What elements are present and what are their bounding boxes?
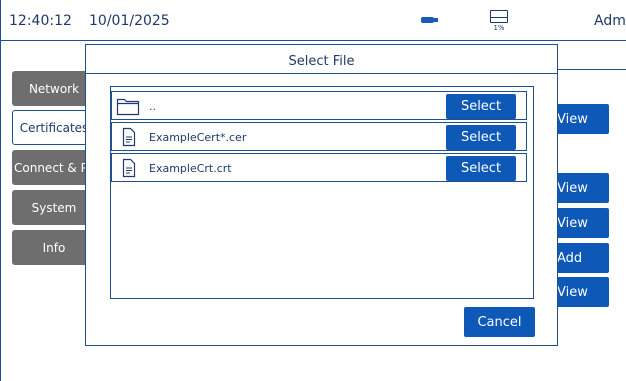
file-name: ExampleCert*.cer bbox=[149, 131, 247, 144]
file-row[interactable]: ExampleCert*.cer Select bbox=[111, 122, 527, 151]
file-name: ExampleCrt.crt bbox=[149, 162, 232, 175]
content-divider bbox=[558, 69, 626, 70]
view-button[interactable]: View bbox=[549, 277, 609, 307]
dialog-title: Select File bbox=[288, 54, 355, 69]
button-label: Add bbox=[557, 250, 583, 266]
folder-icon bbox=[116, 98, 140, 116]
select-button[interactable]: Select bbox=[446, 94, 516, 119]
storage-drive-icon: 1% bbox=[488, 8, 510, 32]
view-button[interactable]: View bbox=[549, 104, 609, 134]
current-date: 10/01/2025 bbox=[89, 13, 170, 29]
select-button[interactable]: Select bbox=[446, 156, 516, 181]
button-label: Select bbox=[460, 99, 502, 114]
button-label: View bbox=[557, 180, 588, 196]
status-bar: 12:40:12 10/01/2025 1% Admin bbox=[1, 0, 626, 41]
tab-label: Connect & Print bbox=[14, 160, 96, 175]
tab-network[interactable]: Network bbox=[12, 71, 96, 106]
tab-label: Certificates bbox=[19, 120, 89, 135]
file-list[interactable]: .. Select ExampleCert*.cer Select Exampl… bbox=[110, 86, 534, 299]
button-label: Select bbox=[460, 161, 502, 176]
add-button[interactable]: Add bbox=[549, 243, 609, 273]
usb-drive-icon bbox=[421, 17, 438, 23]
button-label: View bbox=[557, 215, 588, 231]
tab-info[interactable]: Info bbox=[12, 230, 96, 265]
storage-percent: 1% bbox=[493, 24, 505, 32]
tab-certificates[interactable]: Certificates bbox=[12, 110, 96, 145]
button-label: Cancel bbox=[477, 314, 522, 330]
file-name: .. bbox=[149, 100, 156, 113]
select-file-dialog: Select File .. Select ExampleCert*.cer S… bbox=[85, 44, 558, 346]
scrollbar-track[interactable] bbox=[533, 87, 534, 178]
app-frame: 12:40:12 10/01/2025 1% Admin Network Cer… bbox=[0, 0, 626, 381]
tab-label: Network bbox=[28, 81, 80, 96]
file-row[interactable]: .. Select bbox=[111, 91, 527, 120]
button-label: View bbox=[557, 111, 588, 127]
button-label: View bbox=[557, 284, 588, 300]
document-icon bbox=[122, 127, 136, 147]
title-divider bbox=[86, 73, 557, 74]
view-button[interactable]: View bbox=[549, 173, 609, 203]
tab-system[interactable]: System bbox=[12, 190, 96, 225]
tab-label: Info bbox=[42, 240, 66, 255]
file-row[interactable]: ExampleCrt.crt Select bbox=[111, 153, 527, 182]
tab-label: System bbox=[31, 200, 77, 215]
view-button[interactable]: View bbox=[549, 208, 609, 238]
user-name[interactable]: Admin bbox=[594, 13, 626, 29]
button-label: Select bbox=[460, 130, 502, 145]
document-icon bbox=[122, 158, 136, 178]
select-button[interactable]: Select bbox=[446, 125, 516, 150]
clock-time: 12:40:12 bbox=[9, 13, 72, 29]
cancel-button[interactable]: Cancel bbox=[464, 307, 535, 337]
tab-connect-print[interactable]: Connect & Print bbox=[12, 150, 96, 185]
